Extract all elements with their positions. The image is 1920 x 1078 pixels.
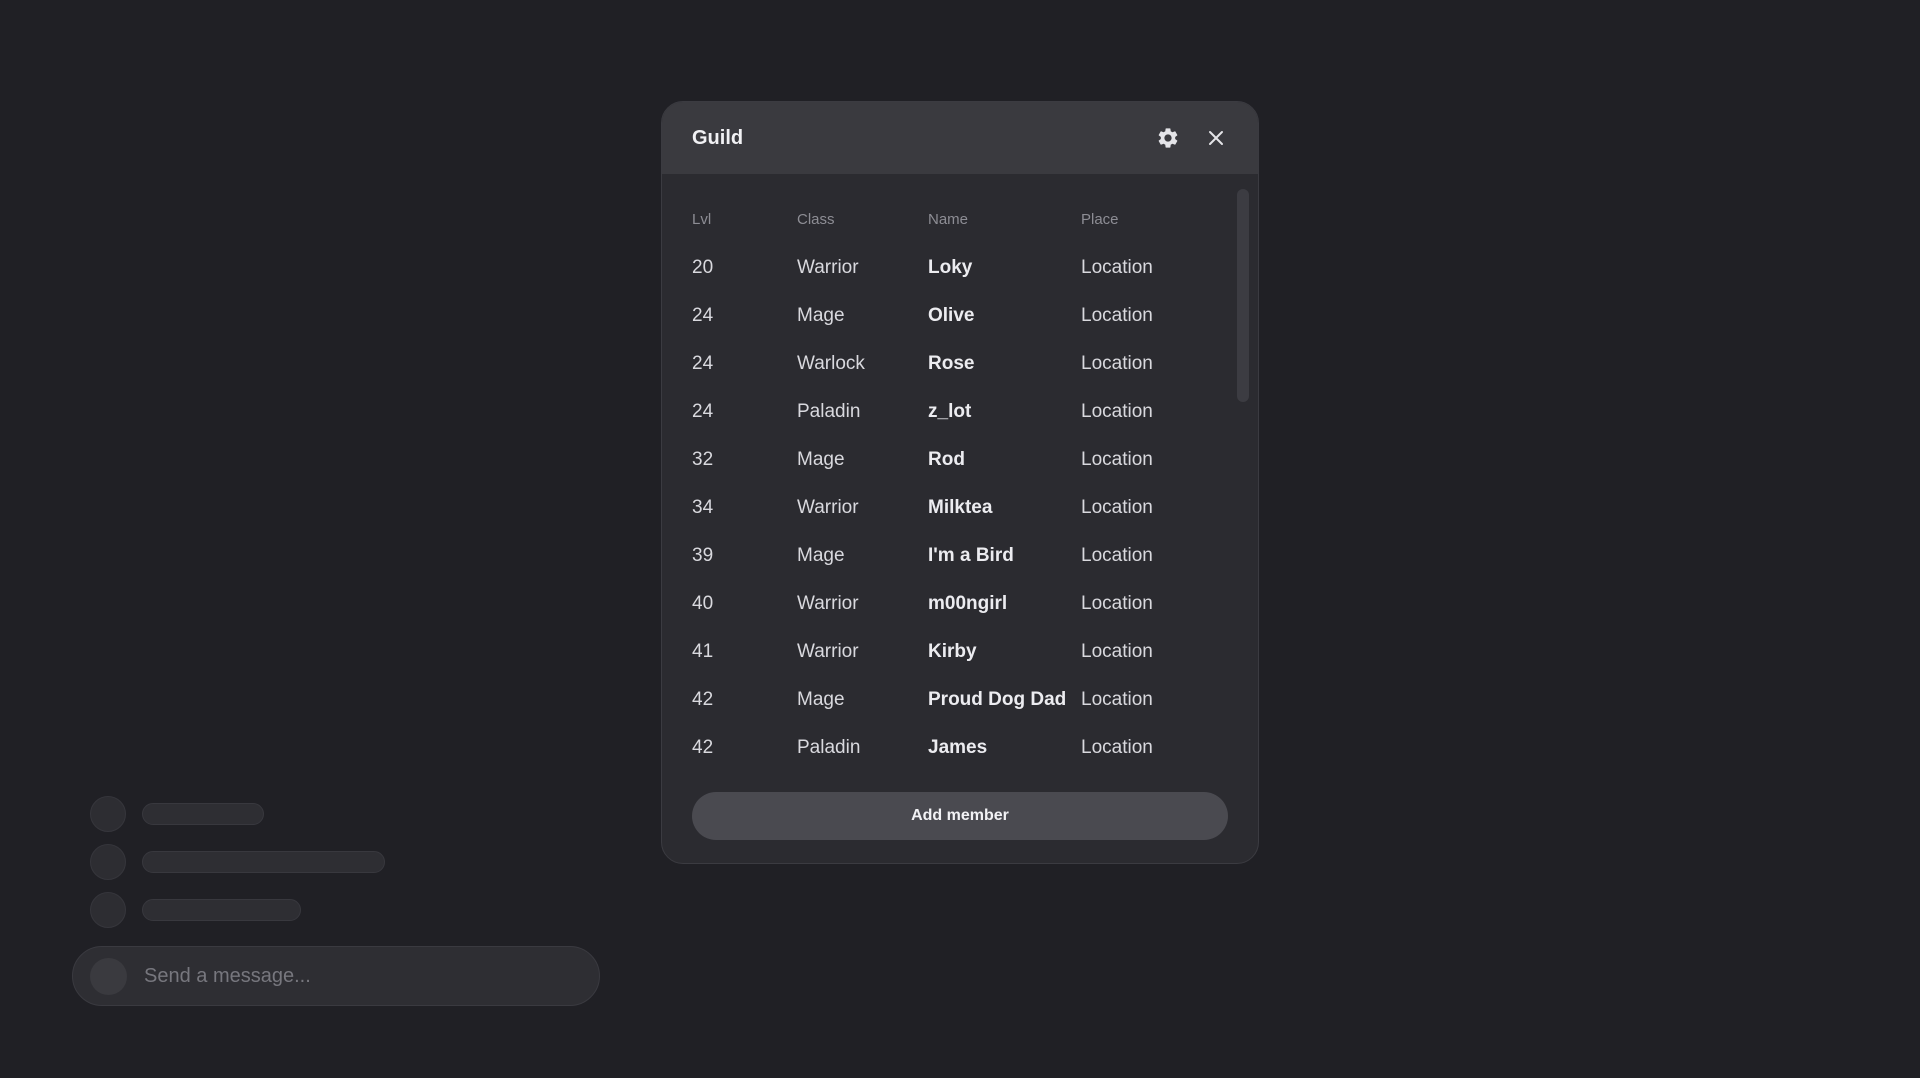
cell-place: Location (1081, 545, 1153, 566)
cell-lvl: 42 (692, 689, 714, 710)
cell-name: Milktea (928, 497, 993, 518)
cell-name: Rose (928, 353, 975, 374)
cell-lvl: 20 (692, 257, 714, 278)
close-icon (1209, 131, 1223, 145)
cell-class: Warrior (797, 257, 859, 278)
cell-class: Warrior (797, 641, 859, 662)
table-row[interactable]: 20 Warrior Loky Location (692, 244, 1212, 292)
cell-place: Location (1081, 257, 1153, 278)
table-row[interactable]: 39 Mage I'm a Bird Location (692, 532, 1212, 580)
cell-name: m00ngirl (928, 593, 1008, 614)
guild-modal: Guild Lvl Class Name Place 20 Warrior Loky… (661, 101, 1259, 864)
table-row[interactable]: 32 Mage Rod Location (692, 436, 1212, 484)
cell-name: I'm a Bird (928, 545, 1014, 566)
cell-name: z_lot (928, 401, 972, 422)
cell-class: Mage (797, 545, 845, 566)
cell-lvl: 24 (692, 401, 714, 422)
cell-class: Paladin (797, 737, 861, 758)
cell-name: Loky (928, 257, 973, 278)
message-input[interactable]: Send a message... (72, 946, 600, 1006)
chat-message (90, 844, 385, 880)
member-table: Lvl Class Name Place 20 Warrior Loky Locati… (692, 200, 1212, 772)
cell-class: Mage (797, 449, 845, 470)
cell-place: Location (1081, 305, 1153, 326)
cell-lvl: 24 (692, 305, 714, 326)
modal-title: Guild (692, 127, 744, 149)
message-placeholder-bar (142, 851, 385, 873)
cell-name: Olive (928, 305, 975, 326)
avatar (90, 892, 126, 928)
avatar (90, 796, 126, 832)
message-placeholder-bar (142, 899, 301, 921)
cell-name: Proud Dog Dad (928, 689, 1067, 710)
message-placeholder-bar (142, 803, 264, 825)
avatar (90, 957, 127, 995)
column-header-class: Class (797, 210, 835, 228)
chat-message (90, 796, 264, 832)
table-row[interactable]: 24 Mage Olive Location (692, 292, 1212, 340)
cell-place: Location (1081, 737, 1153, 758)
table-row[interactable]: 41 Warrior Kirby Location (692, 628, 1212, 676)
cell-class: Warrior (797, 497, 859, 518)
cell-lvl: 34 (692, 497, 714, 518)
avatar (90, 844, 126, 880)
cell-name: James (928, 737, 988, 758)
scrollbar-thumb[interactable] (1237, 189, 1249, 402)
table-row[interactable]: 40 Warrior m00ngirl Location (692, 580, 1212, 628)
table-row[interactable]: 24 Paladin z_lot Location (692, 388, 1212, 436)
cell-lvl: 32 (692, 449, 714, 470)
cell-place: Location (1081, 497, 1153, 518)
chat-message (90, 892, 301, 928)
cell-place: Location (1081, 593, 1153, 614)
cell-name: Rod (928, 449, 965, 470)
cell-place: Location (1081, 641, 1153, 662)
table-row[interactable]: 34 Warrior Milktea Location (692, 484, 1212, 532)
cell-class: Warlock (797, 353, 865, 374)
gear-icon (1158, 128, 1178, 148)
cell-place: Location (1081, 401, 1153, 422)
column-header-lvl: Lvl (692, 210, 712, 228)
table-row[interactable]: 42 Paladin James Location (692, 724, 1212, 772)
cell-class: Mage (797, 689, 845, 710)
modal-header: Guild (662, 102, 1258, 174)
close-button[interactable] (1200, 122, 1232, 154)
cell-place: Location (1081, 689, 1153, 710)
cell-name: Kirby (928, 641, 977, 662)
cell-lvl: 39 (692, 545, 714, 566)
cell-place: Location (1081, 449, 1153, 470)
cell-class: Paladin (797, 401, 861, 422)
table-row[interactable]: 24 Warlock Rose Location (692, 340, 1212, 388)
cell-lvl: 24 (692, 353, 714, 374)
column-header-place: Place (1081, 210, 1119, 228)
add-member-button[interactable]: Add member (692, 792, 1228, 840)
settings-button[interactable] (1152, 122, 1184, 154)
cell-lvl: 42 (692, 737, 714, 758)
table-row[interactable]: 42 Mage Proud Dog Dad Location (692, 676, 1212, 724)
cell-lvl: 40 (692, 593, 714, 614)
cell-lvl: 41 (692, 641, 714, 662)
cell-class: Warrior (797, 593, 859, 614)
table-header: Lvl Class Name Place (692, 200, 1212, 238)
table-body: 20 Warrior Loky Location 24 Mage Olive Location… (692, 244, 1212, 772)
message-input-placeholder: Send a message... (144, 964, 311, 987)
cell-place: Location (1081, 353, 1153, 374)
cell-class: Mage (797, 305, 845, 326)
column-header-name: Name (928, 210, 969, 228)
